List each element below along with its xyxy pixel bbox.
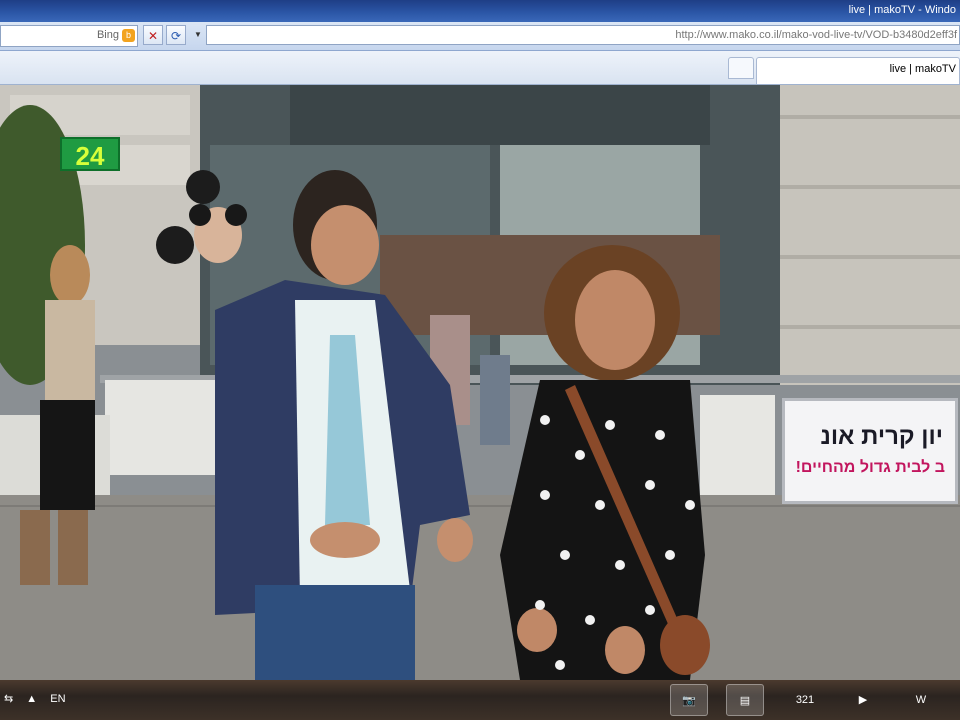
notes-icon[interactable]: ▤ (726, 684, 764, 716)
url-field[interactable]: http://www.mako.co.il/mako-vod-live-tv/V… (206, 25, 960, 45)
stop-button[interactable]: ✕ (143, 25, 163, 45)
tab-strip: live | makoTV (0, 51, 960, 85)
url-text: http://www.mako.co.il/mako-vod-live-tv/V… (675, 29, 957, 41)
media-player-icon[interactable]: 321 (786, 684, 824, 716)
dropdown-arrow-icon[interactable]: ▼ (188, 25, 208, 45)
refresh-button[interactable]: ⟳ (166, 25, 186, 45)
channel-24-logo: 24 (60, 137, 120, 171)
tab-label: live | makoTV (889, 63, 956, 75)
window-titlebar: live | makoTV - Windo (0, 0, 960, 22)
search-provider-label: Bing (96, 29, 119, 41)
window-title: live | makoTV - Windo (848, 4, 956, 16)
bing-icon: b (122, 29, 135, 42)
banner-line-2: ב לבית גדול מהחיים! (795, 459, 945, 476)
address-toolbar: Bing b ✕ ⟳ ▼ http://www.mako.co.il/mako-… (0, 22, 960, 51)
video-player[interactable]: 24 יון קרית אונ ב לבית גדול מהחיים! (0, 85, 960, 680)
video-frame-scene (0, 85, 960, 680)
system-tray: ⇆ ▲ EN (4, 692, 76, 705)
tab-live-makotv[interactable]: live | makoTV (756, 57, 960, 84)
mall-banner: יון קרית אונ ב לבית גדול מהחיים! (782, 398, 958, 504)
video-player-icon[interactable]: ▶ (844, 684, 882, 716)
taskbar: ⇆ ▲ EN 📷 ▤ 321 ▶ W (0, 680, 960, 720)
banner-line-1: יון קרית אונ (820, 423, 943, 450)
word-icon[interactable]: W (902, 684, 940, 716)
camera-app-icon[interactable]: 📷 (670, 684, 708, 716)
show-hidden-icons-icon[interactable]: ▲ (26, 693, 37, 705)
new-tab-button[interactable] (728, 57, 754, 79)
language-indicator[interactable]: EN (50, 693, 65, 705)
network-icon[interactable]: ⇆ (4, 692, 13, 705)
search-box[interactable]: Bing b (0, 25, 138, 47)
